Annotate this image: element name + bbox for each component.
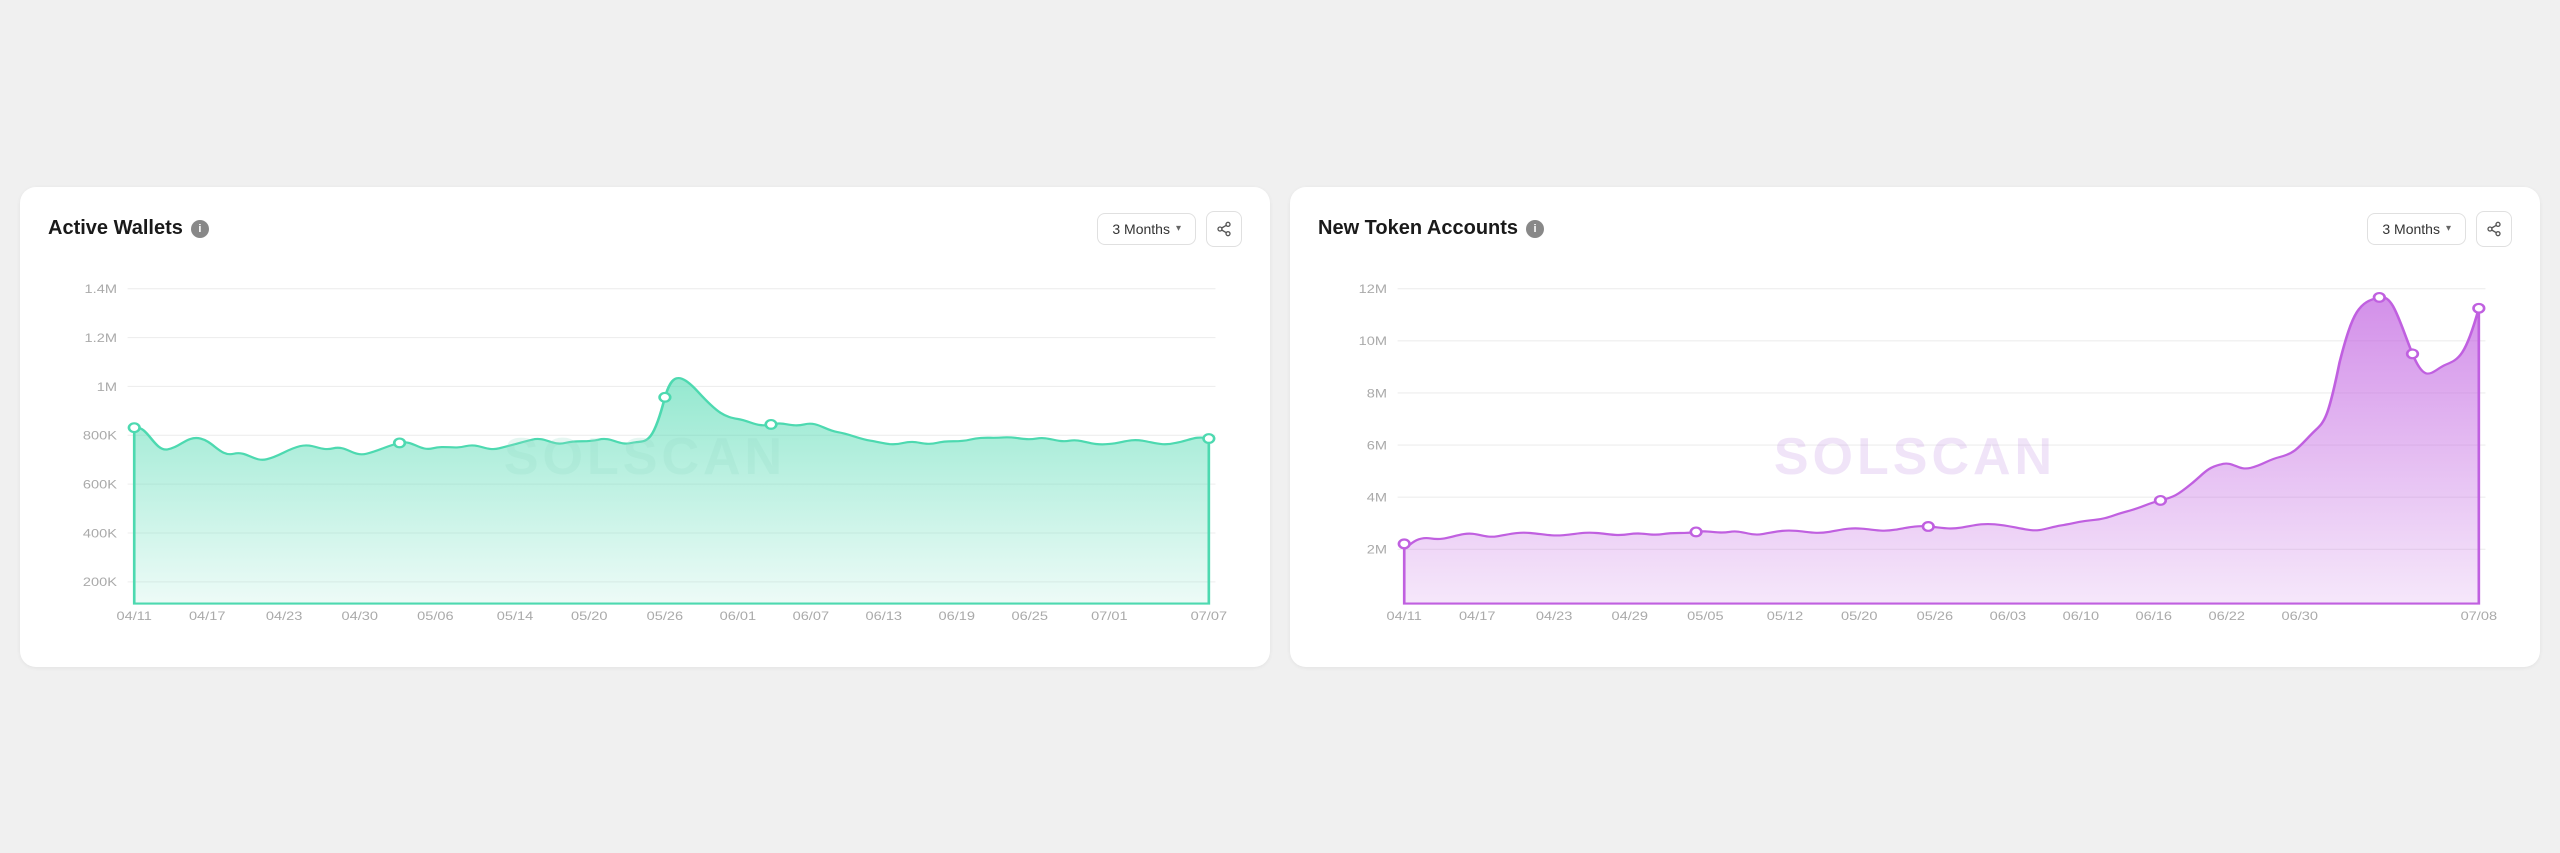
data-point	[1923, 522, 1934, 531]
new-token-period-button[interactable]: 3 Months ▾	[2367, 213, 2466, 245]
x-label: 06/07	[793, 609, 830, 622]
y-label: 4M	[1367, 490, 1387, 503]
data-point	[2155, 496, 2166, 505]
x-label: 06/19	[939, 609, 976, 622]
new-token-info-icon[interactable]: i	[1526, 220, 1544, 238]
x-label: 05/26	[1917, 609, 1954, 622]
x-label: 04/23	[266, 609, 303, 622]
share-icon	[1216, 221, 1232, 237]
x-label: 06/30	[2281, 609, 2318, 622]
y-label: 600K	[83, 477, 117, 490]
y-label: 400K	[83, 526, 117, 539]
title-group: Active Wallets i	[48, 217, 209, 240]
title-group: New Token Accounts i	[1318, 217, 1544, 240]
y-label: 2M	[1367, 542, 1387, 555]
active-wallets-info-icon[interactable]: i	[191, 220, 209, 238]
x-label: 06/22	[2209, 609, 2246, 622]
x-label: 04/30	[342, 609, 379, 622]
x-label: 05/20	[1841, 609, 1878, 622]
x-label: 06/13	[866, 609, 903, 622]
dashboard: Active Wallets i 3 Months ▾ SOLSCAN	[20, 187, 2540, 667]
chevron-down-icon: ▾	[2446, 223, 2451, 234]
x-label: 06/25	[1011, 609, 1048, 622]
x-label: 04/17	[189, 609, 226, 622]
data-point	[660, 392, 671, 401]
y-label: 12M	[1359, 282, 1387, 295]
x-label: 05/14	[497, 609, 534, 622]
active-wallets-period-button[interactable]: 3 Months ▾	[1097, 213, 1196, 245]
active-wallets-area	[134, 378, 1209, 604]
data-point	[2407, 349, 2418, 358]
new-token-share-button[interactable]	[2476, 211, 2512, 247]
data-point	[2374, 293, 2385, 302]
x-label: 05/12	[1767, 609, 1804, 622]
data-point	[394, 438, 405, 447]
new-token-accounts-card: New Token Accounts i 3 Months ▾ SOLSCA	[1290, 187, 2540, 667]
x-label: 05/05	[1687, 609, 1724, 622]
x-label: 06/16	[2136, 609, 2173, 622]
y-label: 1.2M	[85, 331, 117, 344]
x-label: 05/26	[647, 609, 684, 622]
x-label: 07/07	[1191, 609, 1228, 622]
x-label: 04/17	[1459, 609, 1496, 622]
data-point	[129, 423, 140, 432]
y-label: 8M	[1367, 386, 1387, 399]
new-token-area	[1404, 296, 2479, 603]
x-label: 05/06	[417, 609, 454, 622]
y-label: 6M	[1367, 438, 1387, 451]
active-wallets-share-button[interactable]	[1206, 211, 1242, 247]
x-label: 04/23	[1536, 609, 1573, 622]
new-token-accounts-title: New Token Accounts	[1318, 217, 1518, 240]
data-point	[1691, 527, 1702, 536]
active-wallets-chart: SOLSCAN 1.4M 1.2M 1M 800K 600K 400K 200K	[48, 267, 1242, 647]
active-wallets-title: Active Wallets	[48, 217, 183, 240]
y-label: 10M	[1359, 334, 1387, 347]
card-header-new-token: New Token Accounts i 3 Months ▾	[1318, 211, 2512, 247]
x-label: 07/01	[1091, 609, 1128, 622]
y-label: 800K	[83, 428, 117, 441]
active-wallets-actions: 3 Months ▾	[1097, 211, 1242, 247]
active-wallets-card: Active Wallets i 3 Months ▾ SOLSCAN	[20, 187, 1270, 667]
period-label: 3 Months	[2382, 221, 2440, 237]
data-point	[766, 420, 777, 429]
new-token-actions: 3 Months ▾	[2367, 211, 2512, 247]
period-label: 3 Months	[1112, 221, 1170, 237]
active-wallets-svg: 1.4M 1.2M 1M 800K 600K 400K 200K	[48, 267, 1242, 647]
card-header-active-wallets: Active Wallets i 3 Months ▾	[48, 211, 1242, 247]
x-label: 04/11	[1387, 609, 1422, 622]
x-label: 06/01	[720, 609, 757, 622]
chevron-down-icon: ▾	[1176, 223, 1181, 234]
y-label: 1.4M	[85, 282, 117, 295]
new-token-svg: 12M 10M 8M 6M 4M 2M	[1318, 267, 2512, 647]
new-token-accounts-chart: SOLSCAN 12M 10M 8M 6M 4M 2M	[1318, 267, 2512, 647]
y-label: 1M	[97, 380, 117, 393]
data-point	[1204, 434, 1215, 443]
share-icon	[2486, 221, 2502, 237]
x-label: 04/29	[1612, 609, 1649, 622]
x-label: 06/03	[1990, 609, 2027, 622]
x-label: 05/20	[571, 609, 608, 622]
data-point	[1399, 539, 1410, 548]
x-label: 04/11	[117, 609, 152, 622]
x-label: 06/10	[2063, 609, 2100, 622]
x-label: 07/08	[2461, 609, 2498, 622]
data-point	[2474, 303, 2485, 312]
y-label: 200K	[83, 575, 117, 588]
